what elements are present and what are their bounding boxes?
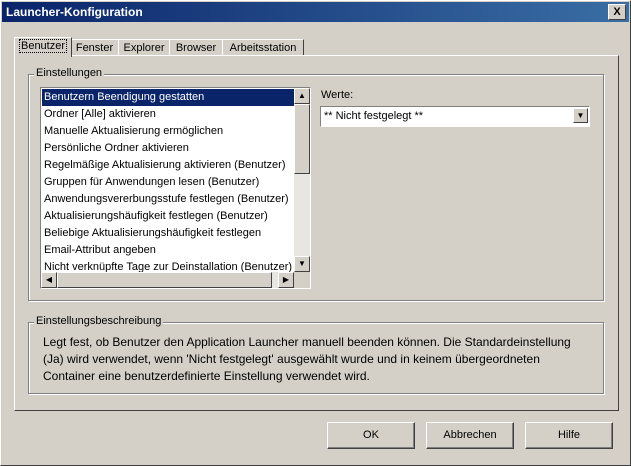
values-selected: ** Nicht festgelegt ** (324, 110, 424, 122)
chevron-down-icon[interactable]: ▼ (573, 108, 588, 123)
list-item[interactable]: Aktualisierungshäufigkeit festlegen (Ben… (42, 208, 294, 225)
list-item[interactable]: Nicht verknüpfte Tage zur Deinstallation… (42, 259, 294, 272)
tab-explorer[interactable]: Explorer (118, 39, 170, 56)
list-item[interactable]: Anwendungsvererbungsstufe festlegen (Ben… (42, 191, 294, 208)
list-item[interactable]: Regelmäßige Aktualisierung aktivieren (B… (42, 157, 294, 174)
vertical-scroll-thumb[interactable] (294, 104, 310, 174)
list-item[interactable]: Benutzern Beendigung gestatten (42, 89, 294, 106)
list-item[interactable]: Ordner [Alle] aktivieren (42, 106, 294, 123)
list-item[interactable]: Beliebige Aktualisierungshäufigkeit fest… (42, 225, 294, 242)
window-title: Launcher-Konfiguration (6, 5, 143, 19)
list-item[interactable]: Manuelle Aktualisierung ermöglichen (42, 123, 294, 140)
tab-browser[interactable]: Browser (169, 39, 223, 56)
scroll-up-icon[interactable]: ▲ (294, 88, 310, 104)
scroll-down-icon[interactable]: ▼ (294, 256, 310, 272)
values-combobox[interactable]: ** Nicht festgelegt ** ▼ (320, 106, 590, 127)
settings-list: Benutzern Beendigung gestatten Ordner [Al… (42, 89, 294, 272)
description-group-label: Einstellungsbeschreibung (34, 315, 164, 327)
scroll-right-icon[interactable]: ▶ (278, 272, 294, 288)
ok-button[interactable]: OK (327, 422, 415, 449)
horizontal-scrollbar[interactable]: ◀ ▶ (41, 272, 294, 288)
tab-arbeitsstation[interactable]: Arbeitsstation (222, 39, 304, 56)
horizontal-scroll-thumb[interactable] (57, 272, 272, 288)
scroll-left-icon[interactable]: ◀ (41, 272, 57, 288)
settings-listbox[interactable]: Benutzern Beendigung gestatten Ordner [Al… (40, 87, 311, 289)
close-button[interactable]: X (608, 4, 626, 20)
title-bar[interactable]: Launcher-Konfiguration X (2, 2, 629, 22)
help-button[interactable]: Hilfe (525, 422, 613, 449)
description-text: Legt fest, ob Benutzer den Application L… (43, 335, 571, 383)
cancel-button[interactable]: Abbrechen (426, 422, 514, 449)
list-item[interactable]: Email-Attribut angeben (42, 242, 294, 259)
list-item[interactable]: Gruppen für Anwendungen lesen (Benutzer) (42, 174, 294, 191)
tab-fenster[interactable]: Fenster (70, 39, 119, 56)
scrollbar-corner (294, 272, 310, 288)
vertical-scrollbar[interactable]: ▲ ▼ (294, 88, 310, 272)
values-label: Werte: (321, 89, 353, 101)
settings-group-label: Einstellungen (34, 67, 105, 79)
launcher-config-dialog: Launcher-Konfiguration X Benutzer Fenste… (0, 0, 631, 466)
tab-benutzer[interactable]: Benutzer (14, 37, 72, 57)
values-label-text: Werte: (321, 89, 354, 101)
list-item[interactable]: Persönliche Ordner aktivieren (42, 140, 294, 157)
